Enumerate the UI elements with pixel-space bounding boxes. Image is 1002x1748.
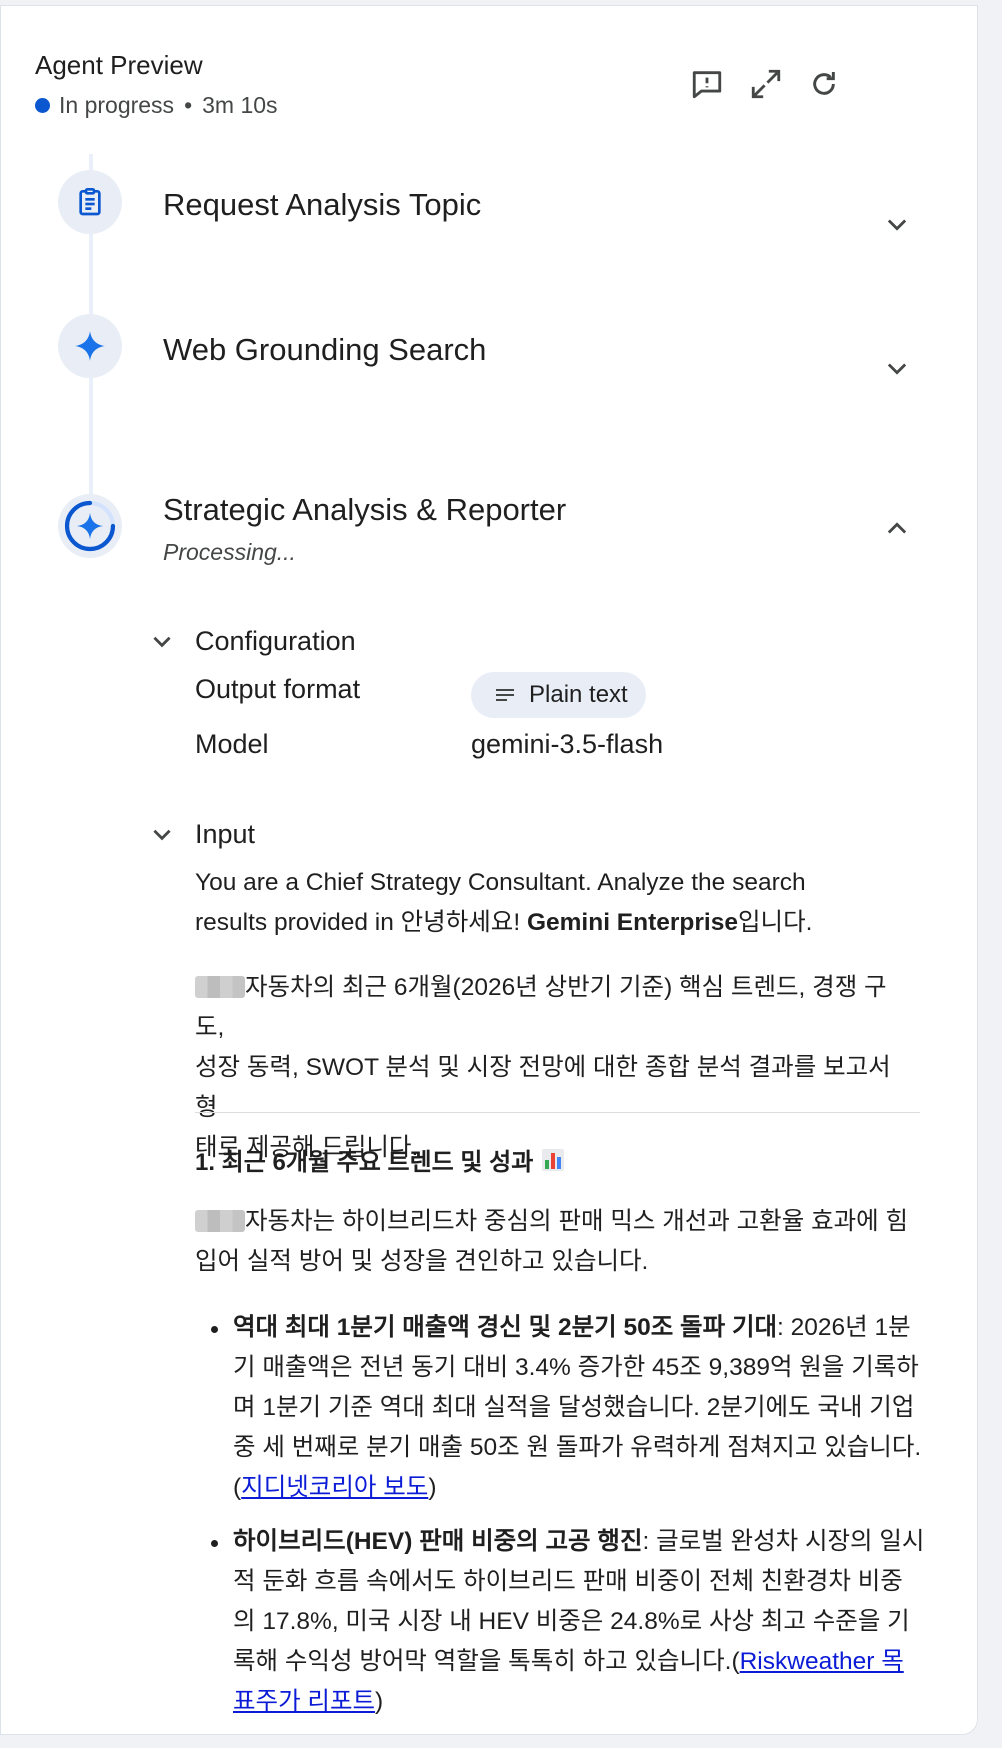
para2-line-1: 자동차는 하이브리드차 중심의 판매 믹스 개선과 고환율 효과에 힘 <box>195 1202 915 1242</box>
para1-line-1-text: 자동차의 최근 6개월(2026년 상반기 기준) 핵심 트렌드, 경쟁 구도, <box>195 974 887 1041</box>
source-link[interactable]: 지디넷코리아 보도 <box>241 1474 428 1501</box>
input-paragraph-2: 자동차는 하이브리드차 중심의 판매 믹스 개선과 고환율 효과에 힘 입어 실… <box>195 1202 915 1282</box>
input-paragraph-1: 자동차의 최근 6개월(2026년 상반기 기준) 핵심 트렌드, 경쟁 구도,… <box>195 968 915 1168</box>
bar-chart-icon <box>542 1148 565 1171</box>
input-intro: You are a Chief Strategy Consultant. Ana… <box>195 863 915 943</box>
step-icon-strategic <box>58 494 122 558</box>
section-heading-text: 1. 최근 6개월 주요 트렌드 및 성과 <box>195 1149 534 1176</box>
model-label: Model <box>195 729 269 759</box>
feedback-icon <box>692 71 722 99</box>
para2-line-1-text: 자동차는 하이브리드차 중심의 판매 믹스 개선과 고환율 효과에 힘 <box>245 1208 909 1235</box>
output-format-label: Output format <box>195 674 361 704</box>
bullet-list: 역대 최대 1분기 매출액 경신 및 2분기 50조 돌파 기대: 2026년 … <box>195 1308 925 1734</box>
para2-line-2: 입어 실적 방어 및 성장을 견인하고 있습니다. <box>195 1248 649 1275</box>
status-dot <box>35 98 50 113</box>
configuration-toggle[interactable] <box>147 626 177 656</box>
step-icon-web-search <box>58 314 122 378</box>
intro-prefix: results provided in 안녕하세요! <box>195 909 527 936</box>
para1-line-2: 성장 동력, SWOT 분석 및 시장 전망에 대한 종합 분석 결과를 보고서… <box>195 1054 891 1121</box>
configuration-title[interactable]: Configuration <box>195 626 356 657</box>
bullet-close: ) <box>375 1688 384 1715</box>
text-lines-icon <box>496 689 514 701</box>
intro-suffix: 입니다. <box>738 909 813 936</box>
step-icon-request <box>58 170 122 234</box>
redacted-text <box>195 1210 245 1232</box>
list-item: 하이브리드(HEV) 판매 비중의 고공 행진: 글로벌 완성차 시장의 일시적… <box>195 1522 925 1722</box>
bullet-close: ) <box>428 1474 437 1501</box>
intro-line-1: You are a Chief Strategy Consultant. Ana… <box>195 869 806 896</box>
chevron-down-icon <box>153 636 171 648</box>
run-status: In progress • 3m 10s <box>35 92 278 119</box>
status-separator: • <box>184 92 193 118</box>
sparkle-spinner-icon <box>64 500 116 552</box>
intro-bold: Gemini Enterprise <box>526 909 738 936</box>
sparkle-icon <box>75 331 105 361</box>
bullet-text: : 2026년 1분기 매출액은 전년 동기 대비 3.4% 증가한 45조 9… <box>233 1314 922 1501</box>
chevron-down-icon <box>887 363 907 375</box>
redacted-text <box>195 976 245 998</box>
expand-icon <box>751 69 781 99</box>
model-value: gemini-3.5-flash <box>471 729 664 759</box>
panel-title: Agent Preview <box>35 50 203 80</box>
refresh-icon <box>813 72 835 95</box>
output-format-chip: Plain text <box>471 672 646 718</box>
step-title-strategic[interactable]: Strategic Analysis & Reporter <box>163 492 566 528</box>
input-toggle[interactable] <box>147 819 177 849</box>
feedback-button[interactable] <box>687 64 727 104</box>
bullet-bold: 하이브리드(HEV) 판매 비중의 고공 행진 <box>233 1528 643 1555</box>
bullet-bold: 역대 최대 1분기 매출액 경신 및 2분기 50조 돌파 기대 <box>233 1314 778 1341</box>
output-format-value: Plain text <box>529 681 628 708</box>
status-label: In progress <box>59 92 175 118</box>
step-toggle-strategic[interactable] <box>879 511 915 547</box>
expand-button[interactable] <box>746 64 786 104</box>
input-title[interactable]: Input <box>195 819 255 850</box>
chevron-up-icon <box>887 522 907 534</box>
divider <box>195 1112 920 1113</box>
step-status-processing: Processing... <box>163 539 296 565</box>
step-toggle-request[interactable] <box>879 206 915 242</box>
step-toggle-web-search[interactable] <box>879 350 915 386</box>
step-title-request[interactable]: Request Analysis Topic <box>163 187 481 223</box>
list-item: 역대 최대 1분기 매출액 경신 및 2분기 50조 돌파 기대: 2026년 … <box>195 1308 925 1508</box>
agent-preview-panel: Agent Preview In progress • 3m 10s Reque… <box>0 5 978 1735</box>
elapsed-time: 3m 10s <box>202 92 278 118</box>
step-title-web-search[interactable]: Web Grounding Search <box>163 332 486 368</box>
section-heading-1: 1. 최근 6개월 주요 트렌드 및 성과 <box>195 1142 565 1177</box>
chevron-down-icon <box>153 829 171 841</box>
clipboard-icon <box>79 188 101 216</box>
para1-line-1: 자동차의 최근 6개월(2026년 상반기 기준) 핵심 트렌드, 경쟁 구도, <box>195 968 915 1048</box>
intro-line-2: results provided in 안녕하세요! Gemini Enterp… <box>195 903 915 943</box>
chevron-down-icon <box>887 219 907 231</box>
refresh-button[interactable] <box>804 64 844 104</box>
